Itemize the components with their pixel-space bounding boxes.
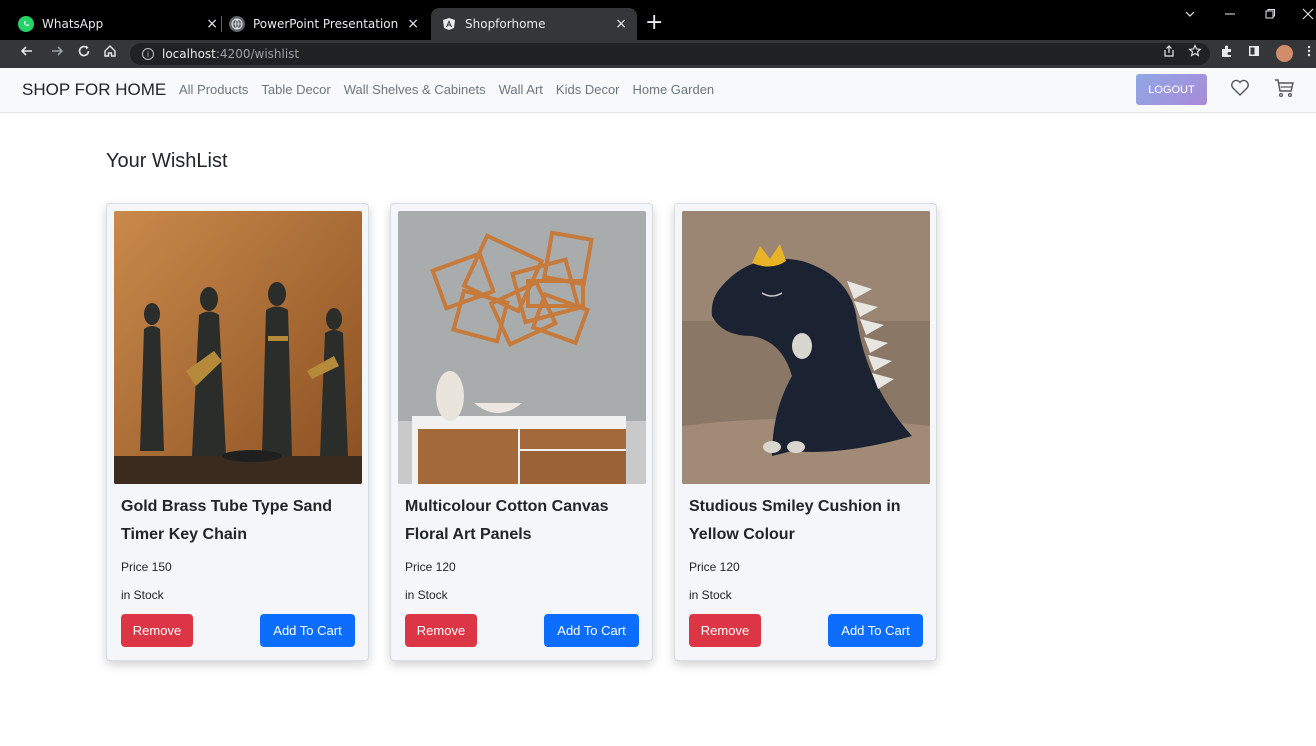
logout-button[interactable]: LOGOUT [1136,74,1207,105]
stock-status: in Stock [121,588,164,602]
reload-icon[interactable] [77,44,91,62]
product-name: Multicolour Cotton Canvas Floral Art Pan… [405,498,609,543]
tab-whatsapp[interactable]: WhatsApp × [18,8,228,40]
share-icon[interactable] [1162,44,1176,62]
cart-icon[interactable] [1273,77,1295,104]
tab-title: PowerPoint Presentation [253,17,399,31]
close-window-icon[interactable] [1302,8,1314,24]
product-image-wall-frames [398,211,646,484]
close-icon[interactable]: × [407,16,419,32]
add-to-cart-button[interactable]: Add To Cart [260,614,355,647]
home-icon[interactable] [103,44,117,62]
wishlist-card: Studious Smiley Cushion in Yellow Colour… [674,203,937,661]
forward-icon[interactable] [50,44,64,62]
add-to-cart-button[interactable]: Add To Cart [828,614,923,647]
globe-icon [229,16,245,32]
tab-powerpoint[interactable]: PowerPoint Presentation × [229,8,429,40]
extensions-icon[interactable] [1220,44,1234,62]
tab-shopforhome[interactable]: Shopforhome × [431,8,637,40]
nav-link-kids-decor[interactable]: Kids Decor [556,82,620,97]
remove-button[interactable]: Remove [121,614,193,647]
product-price: Price 120 [405,560,456,574]
stock-status: in Stock [689,588,732,602]
angular-icon [441,16,457,32]
new-tab-button[interactable]: + [645,10,663,35]
brand-logo[interactable]: SHOP FOR HOME [22,80,166,100]
bookmark-star-icon[interactable] [1188,44,1202,62]
tab-title: Shopforhome [465,17,546,31]
page-title: Your WishList [106,150,228,172]
product-name: Gold Brass Tube Type Sand Timer Key Chai… [121,498,332,543]
url-host: localhost [162,47,216,61]
close-icon[interactable]: × [206,16,218,32]
browser-toolbar: i localhost:4200/wishlist [0,40,1316,68]
url-path: :4200/wishlist [215,47,300,61]
product-image-figurines [114,211,362,484]
nav-link-home-garden[interactable]: Home Garden [633,82,715,97]
info-icon[interactable]: i [142,48,154,60]
nav-link-wall-art[interactable]: Wall Art [499,82,543,97]
nav-link-table-decor[interactable]: Table Decor [261,82,330,97]
browser-tab-strip: WhatsApp × PowerPoint Presentation × Sho… [0,0,1316,40]
profile-avatar[interactable] [1276,45,1293,62]
product-price: Price 120 [689,560,740,574]
whatsapp-icon [18,16,34,32]
wishlist-card: Gold Brass Tube Type Sand Timer Key Chai… [106,203,369,661]
nav-link-wall-shelves[interactable]: Wall Shelves & Cabinets [344,82,486,97]
tab-title: WhatsApp [42,17,104,31]
stock-status: in Stock [405,588,448,602]
restore-icon[interactable] [1264,8,1276,24]
app-navbar: SHOP FOR HOME All Products Table Decor W… [0,68,1316,113]
close-icon[interactable]: × [615,16,627,32]
wishlist-heart-icon[interactable] [1229,77,1251,104]
minimize-icon[interactable] [1224,6,1236,24]
side-panel-icon[interactable] [1247,44,1261,62]
add-to-cart-button[interactable]: Add To Cart [544,614,639,647]
tab-search-icon[interactable] [1184,8,1196,24]
address-bar[interactable]: i localhost:4200/wishlist [130,43,1210,65]
product-name: Studious Smiley Cushion in Yellow Colour [689,498,901,543]
remove-button[interactable]: Remove [689,614,761,647]
remove-button[interactable]: Remove [405,614,477,647]
more-menu-icon[interactable] [1307,44,1311,62]
wishlist-card: Multicolour Cotton Canvas Floral Art Pan… [390,203,653,661]
nav-link-all-products[interactable]: All Products [179,82,248,97]
back-icon[interactable] [20,44,34,62]
nav-links: All Products Table Decor Wall Shelves & … [179,82,727,97]
tab-separator [221,16,222,32]
product-price: Price 150 [121,560,172,574]
product-image-dino-cushion [682,211,930,484]
